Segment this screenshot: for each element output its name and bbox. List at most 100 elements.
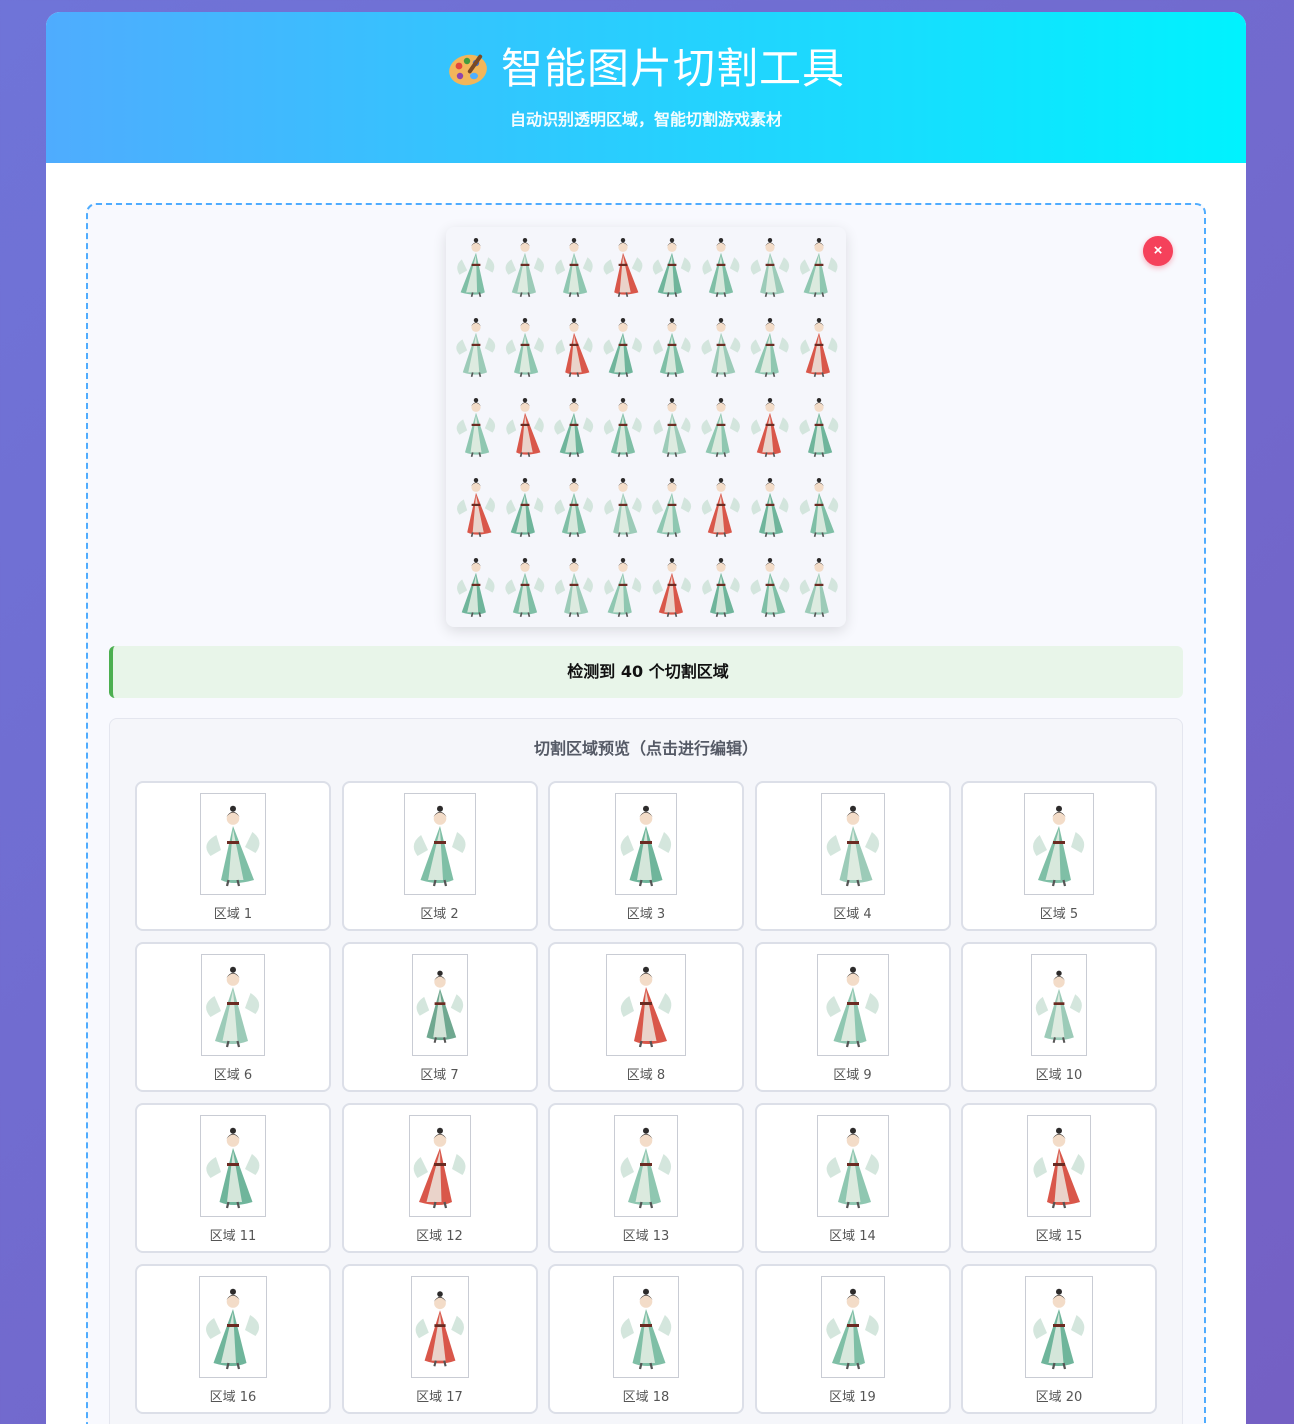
remove-image-button[interactable]: ×	[1143, 236, 1173, 266]
region-thumbnail	[200, 1115, 266, 1217]
region-label: 区域 14	[829, 1229, 876, 1244]
region-thumbnail	[820, 793, 885, 895]
region-thumbnail	[820, 1276, 885, 1378]
region-label: 区域 2	[420, 907, 459, 922]
page-subtitle: 自动识别透明区域，智能切割游戏素材	[509, 110, 782, 129]
region-tile[interactable]: 区域 20	[961, 1264, 1157, 1414]
region-label: 区域 17	[416, 1390, 463, 1405]
region-label: 区域 16	[209, 1390, 257, 1405]
sheet-figure	[554, 397, 594, 458]
region-thumbnail	[1031, 954, 1087, 1056]
region-label: 区域 9	[833, 1068, 872, 1083]
uploaded-image-preview	[446, 227, 846, 627]
sheet-figure	[456, 397, 496, 458]
sheet-figure	[604, 557, 642, 618]
sheet-figure	[457, 237, 495, 298]
region-tile[interactable]: 区域 1	[135, 781, 331, 931]
sheet-figure	[799, 557, 838, 618]
sheet-figure	[750, 237, 790, 298]
sheet-figure	[603, 237, 643, 298]
region-thumbnail	[408, 1115, 471, 1217]
region-label: 区域 6	[213, 1068, 253, 1083]
region-label: 区域 11	[209, 1229, 257, 1244]
region-tile[interactable]: 区域 13	[548, 1103, 744, 1253]
sheet-figure	[652, 477, 692, 538]
region-tile[interactable]: 区域 18	[548, 1264, 744, 1414]
region-tile[interactable]: 区域 19	[754, 1264, 951, 1414]
sheet-figure	[554, 557, 593, 618]
region-tile[interactable]: 区域 7	[341, 942, 538, 1092]
sheet-figure	[702, 557, 740, 618]
region-tile[interactable]: 区域 17	[341, 1264, 538, 1414]
palette-icon	[447, 49, 489, 89]
region-thumbnail	[816, 954, 889, 1056]
sheet-figure	[457, 557, 495, 618]
region-label: 区域 13	[622, 1229, 670, 1244]
region-tile[interactable]: 区域 5	[961, 781, 1157, 931]
regions-title: 切割区域预览（点击进行编辑）	[533, 739, 758, 758]
sheet-figure	[604, 477, 642, 538]
sheet-figure	[800, 317, 838, 378]
detection-status: 检测到 40 个切割区域	[109, 646, 1183, 698]
sheet-figure	[750, 317, 789, 378]
region-thumbnail	[613, 1276, 679, 1378]
sheet-figure	[750, 557, 790, 618]
region-label: 区域 5	[1039, 907, 1079, 922]
region-tile[interactable]: 区域 6	[135, 942, 331, 1092]
region-tile[interactable]: 区域 8	[548, 942, 744, 1092]
region-thumbnail	[614, 1115, 678, 1217]
region-label: 区域 10	[1035, 1068, 1083, 1083]
region-tile[interactable]: 区域 9	[754, 942, 951, 1092]
sheet-figure	[457, 477, 495, 538]
region-tile[interactable]: 区域 2	[341, 781, 538, 931]
sheet-figure	[555, 237, 593, 298]
region-thumbnail	[403, 793, 476, 895]
sheet-figure	[652, 237, 691, 298]
sheet-figure	[603, 397, 642, 458]
region-tile[interactable]: 区域 15	[961, 1103, 1157, 1253]
region-label: 区域 8	[626, 1068, 666, 1083]
region-tile[interactable]: 区域 4	[754, 781, 951, 931]
region-tile[interactable]: 区域 11	[135, 1103, 331, 1253]
region-label: 区域 3	[626, 907, 666, 922]
region-thumbnail	[606, 954, 686, 1056]
app-card: 智能图片切割工具 自动识别透明区域，智能切割游戏素材 × 检测到 40 个切割区…	[46, 12, 1246, 1424]
region-label: 区域 18	[622, 1390, 670, 1405]
region-thumbnail	[200, 793, 266, 895]
region-tile[interactable]: 区域 16	[135, 1264, 331, 1414]
region-label: 区域 4	[833, 907, 872, 922]
header: 智能图片切割工具 自动识别透明区域，智能切割游戏素材	[46, 12, 1246, 163]
region-thumbnail	[1024, 793, 1094, 895]
sheet-figure	[701, 477, 740, 538]
region-tile[interactable]: 区域 14	[754, 1103, 951, 1253]
sheet-figure	[456, 317, 496, 378]
region-tile[interactable]: 区域 3	[548, 781, 744, 931]
sheet-figure	[751, 477, 789, 538]
region-thumbnail	[410, 1276, 469, 1378]
sheet-figure	[701, 317, 741, 378]
sheet-figure	[799, 237, 838, 298]
page-title: 智能图片切割工具	[500, 44, 845, 93]
sheet-figure	[799, 397, 839, 458]
region-label: 区域 15	[1035, 1229, 1083, 1244]
sheet-figure	[506, 397, 544, 458]
sheet-figure	[652, 557, 691, 618]
region-thumbnail	[615, 793, 677, 895]
region-tile[interactable]: 区域 12	[341, 1103, 538, 1253]
sheet-figure	[555, 317, 593, 378]
sheet-figure	[505, 557, 545, 618]
sprite-sheet-image	[456, 237, 839, 618]
region-thumbnail	[199, 1276, 267, 1378]
sheet-figure	[554, 477, 594, 538]
regions-panel: 切割区域预览（点击进行编辑） 区域 1 区域 2 区域 3 区域 4 区域 5 区域 6 区…	[109, 718, 1183, 1424]
region-thumbnail	[201, 954, 265, 1056]
region-thumbnail	[816, 1115, 889, 1217]
sheet-figure	[702, 237, 740, 298]
region-tile[interactable]: 区域 10	[961, 942, 1157, 1092]
upload-zone[interactable]: × 检测到 40 个切割区域 切割区域预览（点击进行编辑） 区域 1 区域 2 区域…	[86, 203, 1206, 1424]
sheet-figure	[799, 477, 839, 538]
region-label: 区域 1	[213, 907, 253, 922]
region-label: 区域 20	[1035, 1390, 1083, 1405]
sheet-figure	[506, 477, 544, 538]
sheet-figure	[603, 317, 642, 378]
